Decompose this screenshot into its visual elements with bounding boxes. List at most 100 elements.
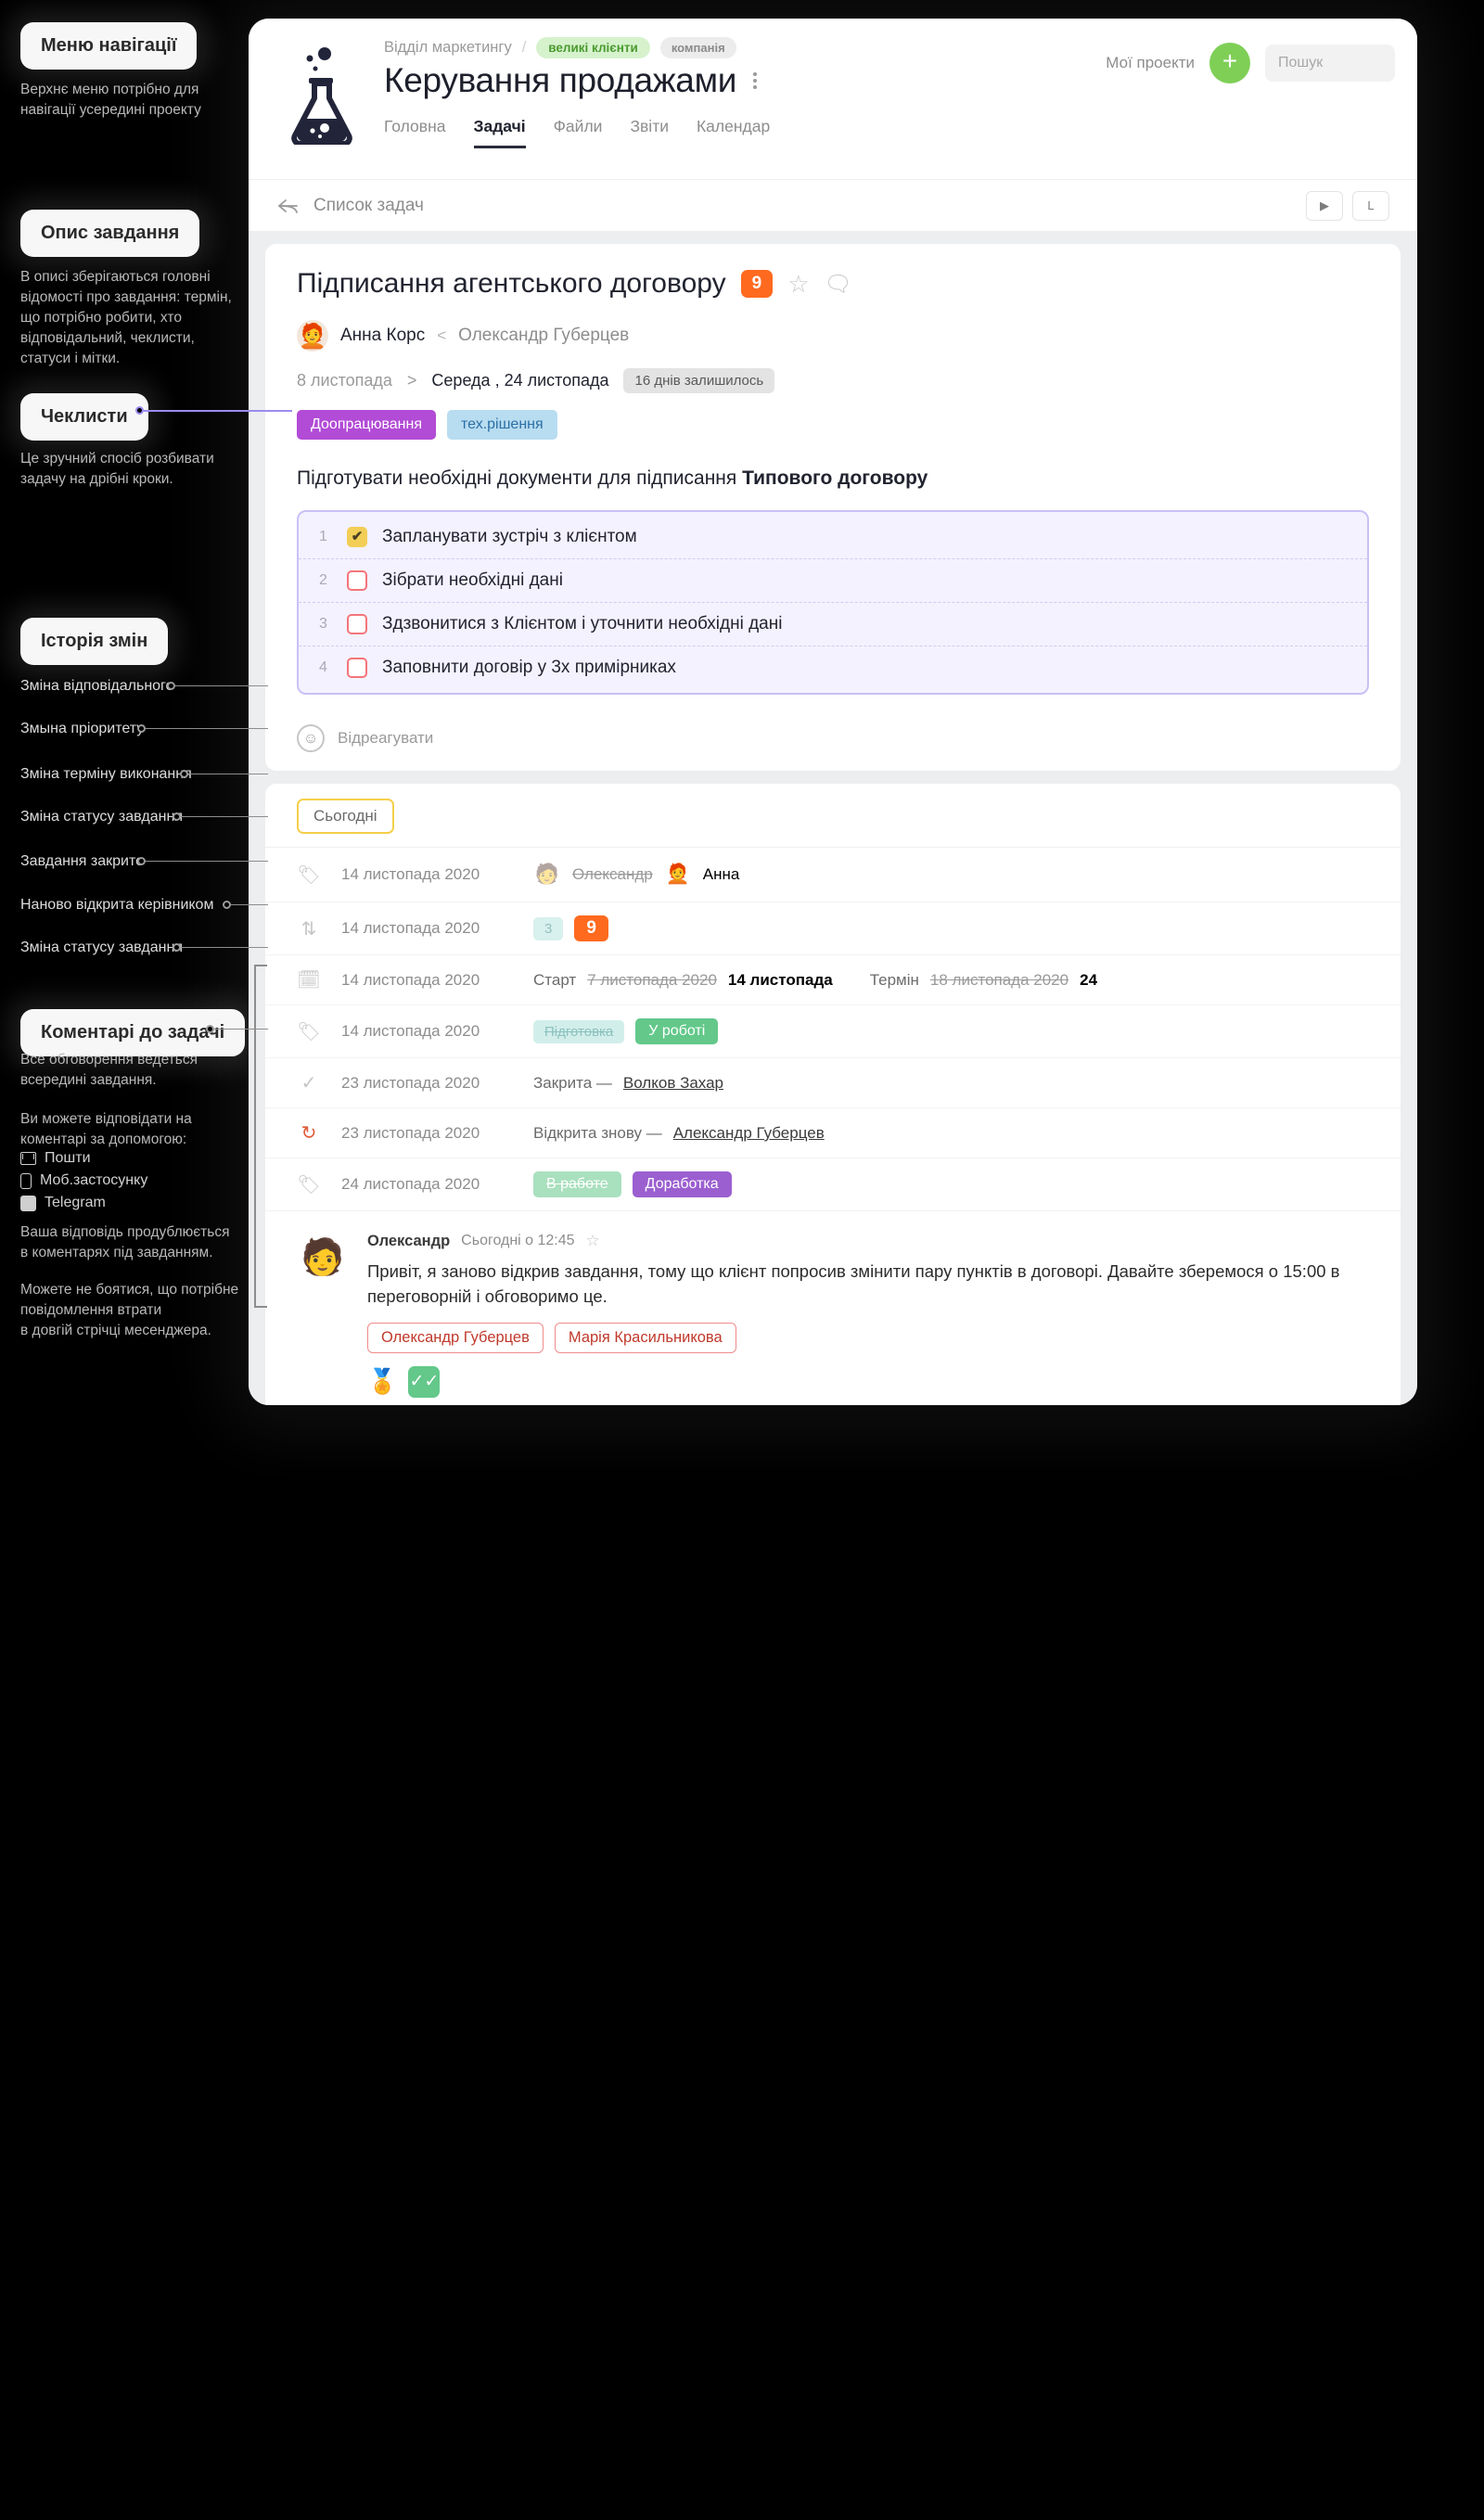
more-vertical-icon[interactable] — [749, 67, 761, 95]
annotation-line-4 — [146, 861, 268, 862]
tab-tasks[interactable]: Задачі — [473, 117, 526, 148]
tag-icon: 🏷 — [297, 864, 321, 886]
due-date[interactable]: Середа , 24 листопада — [431, 371, 608, 390]
annotation-history-row-1: Змына пріоритету — [20, 721, 145, 736]
assignee-separator: < — [437, 326, 447, 344]
comment-time: Сьогодні о 12:45 — [461, 1233, 575, 1249]
comment-author[interactable]: Олександр — [367, 1233, 450, 1250]
breadcrumb-separator: / — [521, 38, 527, 56]
checklist-item[interactable]: 3 Здзвонитися з Клієнтом і уточнити необ… — [299, 603, 1367, 647]
annotation-dot-3 — [173, 812, 181, 821]
history-date: 23 листопада 2020 — [341, 1123, 480, 1142]
star-icon[interactable]: ☆ — [787, 270, 809, 299]
list-button[interactable]: L — [1352, 190, 1389, 221]
comment-item: 🧑 Олександр Сьогодні о 12:45 ☆ Привіт, я… — [265, 1211, 1401, 1405]
comment-avatar[interactable]: 🧑 — [297, 1232, 349, 1284]
author-name[interactable]: Олександр Губерцев — [458, 326, 629, 346]
checkbox-unchecked-icon[interactable] — [347, 614, 367, 635]
history-body: Відкрита знову — Александр Губерцев — [533, 1124, 825, 1143]
history-date: 24 листопада 2020 — [341, 1175, 480, 1194]
star-icon[interactable]: ☆ — [586, 1232, 600, 1250]
annotation-dot-6 — [173, 943, 181, 952]
checkbox-unchecked-icon[interactable] — [347, 658, 367, 679]
checklist-item[interactable]: 4 Заповнити договір у 3х примірниках — [299, 646, 1367, 689]
chip-large-clients[interactable]: великі клієнти — [536, 36, 650, 58]
checklist-item[interactable]: 2 Зібрати необхідні дані — [299, 559, 1367, 604]
history-due-label: Термін — [869, 970, 919, 989]
play-button[interactable]: ▶ — [1306, 190, 1343, 221]
checklist-label: Зібрати необхідні дані — [382, 570, 563, 591]
history-reopen-person[interactable]: Александр Губерцев — [673, 1124, 825, 1143]
history-row: ⇅ 14 листопада 2020 3 9 — [265, 902, 1401, 956]
annotation-line-5 — [231, 904, 268, 905]
annotation-title-history: Історія змін — [20, 618, 169, 665]
history-date: 14 листопада 2020 — [341, 970, 480, 989]
medal-reaction-icon[interactable]: 🏅 — [367, 1367, 397, 1396]
annotation-body-nav: Верхнє меню потрібно для навігації усере… — [20, 82, 201, 118]
content-area: Підписання агентського договору 9 ☆ 🗨 🧑‍… — [249, 231, 1417, 1405]
tab-home[interactable]: Головна — [384, 117, 446, 148]
tab-files[interactable]: Файли — [554, 117, 603, 148]
react-row[interactable]: ☺ Відреагувати — [297, 719, 1369, 753]
tag-icon: 🏷 — [297, 1174, 321, 1196]
annotation-channel-label-0: Пошти — [45, 1150, 91, 1166]
annotation-line-1 — [146, 728, 268, 729]
header-actions: Мої проекти + Пошук — [1106, 43, 1395, 83]
subbar-actions: ▶ L — [1306, 190, 1389, 221]
history-start-label: Старт — [533, 970, 577, 989]
chip-company[interactable]: компанія — [659, 36, 736, 58]
annotation-comments-body1: Все обговорення ведеться всередині завда… — [20, 1052, 198, 1088]
my-projects-link[interactable]: Мої проекти — [1106, 54, 1195, 72]
annotation-dot-4 — [137, 857, 146, 865]
annotation-comments-body4: Можете не боятися, що потрібне повідомле… — [20, 1282, 239, 1338]
annotation-history-row-3: Зміна статусу завдання — [20, 809, 183, 825]
breadcrumb-department[interactable]: Відділ маркетингу — [384, 39, 512, 57]
annotation-comments-body2: Ви можете відповідати на коментарі за до… — [20, 1111, 192, 1147]
history-priority-from: 3 — [533, 916, 564, 940]
history-due-old: 18 листопада 2020 — [929, 970, 1069, 989]
history-status-from: Підготовка — [533, 1019, 625, 1043]
smiley-icon[interactable]: ☺ — [297, 724, 325, 753]
avatar[interactable]: 🧑‍🦰 — [297, 320, 328, 352]
mention-chip[interactable]: Марія Красильникова — [554, 1322, 736, 1353]
checklist-label: Заповнити договір у 3х примірниках — [382, 658, 676, 678]
history-body: 3 9 — [533, 915, 608, 942]
history-status-to: У роботі — [635, 1018, 719, 1045]
main-tabs: Головна Задачі Файли Звіти Календар — [384, 117, 1389, 148]
mention-chip[interactable]: Олександр Губерцев — [367, 1322, 544, 1353]
tag-rework[interactable]: Доопрацювання — [297, 410, 436, 440]
start-date[interactable]: 8 листопада — [297, 371, 392, 390]
tab-calendar[interactable]: Календар — [697, 117, 770, 148]
assignee-name[interactable]: Анна Корс — [340, 326, 425, 346]
history-row: ✓ 23 листопада 2020 Закрита — Волков Зах… — [265, 1058, 1401, 1109]
history-date: 14 листопада 2020 — [341, 865, 480, 884]
checklist-item[interactable]: 1 ✔ Запланувати зустріч з клієнтом — [299, 516, 1367, 560]
history-reopen-text: Відкрита знову — — [533, 1123, 662, 1142]
checkbox-checked-icon[interactable]: ✔ — [347, 527, 367, 548]
avatar-from: 🧑 — [534, 863, 560, 886]
comment-bubble-icon[interactable]: 🗨 — [825, 271, 852, 298]
history-row: 🏷 14 листопада 2020 🧑 Олександр 🧑‍🦰 Анна — [265, 848, 1401, 903]
sub-toolbar: Список задач ▶ L — [249, 179, 1417, 231]
tag-row: Доопрацювання тех.рішення — [297, 410, 1369, 440]
task-title-row: Підписання агентського договору 9 ☆ 🗨 — [297, 268, 1369, 300]
back-arrow-icon[interactable] — [276, 198, 301, 214]
priority-badge[interactable]: 9 — [740, 270, 774, 298]
checkbox-unchecked-icon[interactable] — [347, 570, 367, 592]
task-list-link[interactable]: Список задач — [313, 196, 424, 216]
today-chip: Сьогодні — [297, 799, 394, 835]
annotation-dot-2 — [180, 770, 188, 778]
history-to: Анна — [702, 865, 740, 884]
add-button[interactable]: + — [1209, 43, 1250, 83]
comment-content: Олександр Сьогодні о 12:45 ☆ Привіт, я з… — [367, 1232, 1369, 1398]
annotation-history-row-4: Завдання закрите — [20, 853, 145, 869]
annotation-dot-comments — [206, 1025, 214, 1033]
search-input[interactable]: Пошук — [1265, 45, 1395, 82]
annotation-history-row-2: Зміна терміну виконання — [20, 766, 192, 782]
double-check-reaction-icon[interactable]: ✓✓ — [408, 1365, 441, 1398]
tag-tech-decision[interactable]: тех.рішення — [447, 410, 557, 440]
priority-icon: ⇅ — [301, 918, 317, 940]
history-body: Закрита — Волков Захар — [533, 1074, 723, 1093]
tab-reports[interactable]: Звіти — [630, 117, 669, 148]
history-closed-person[interactable]: Волков Захар — [623, 1074, 723, 1093]
